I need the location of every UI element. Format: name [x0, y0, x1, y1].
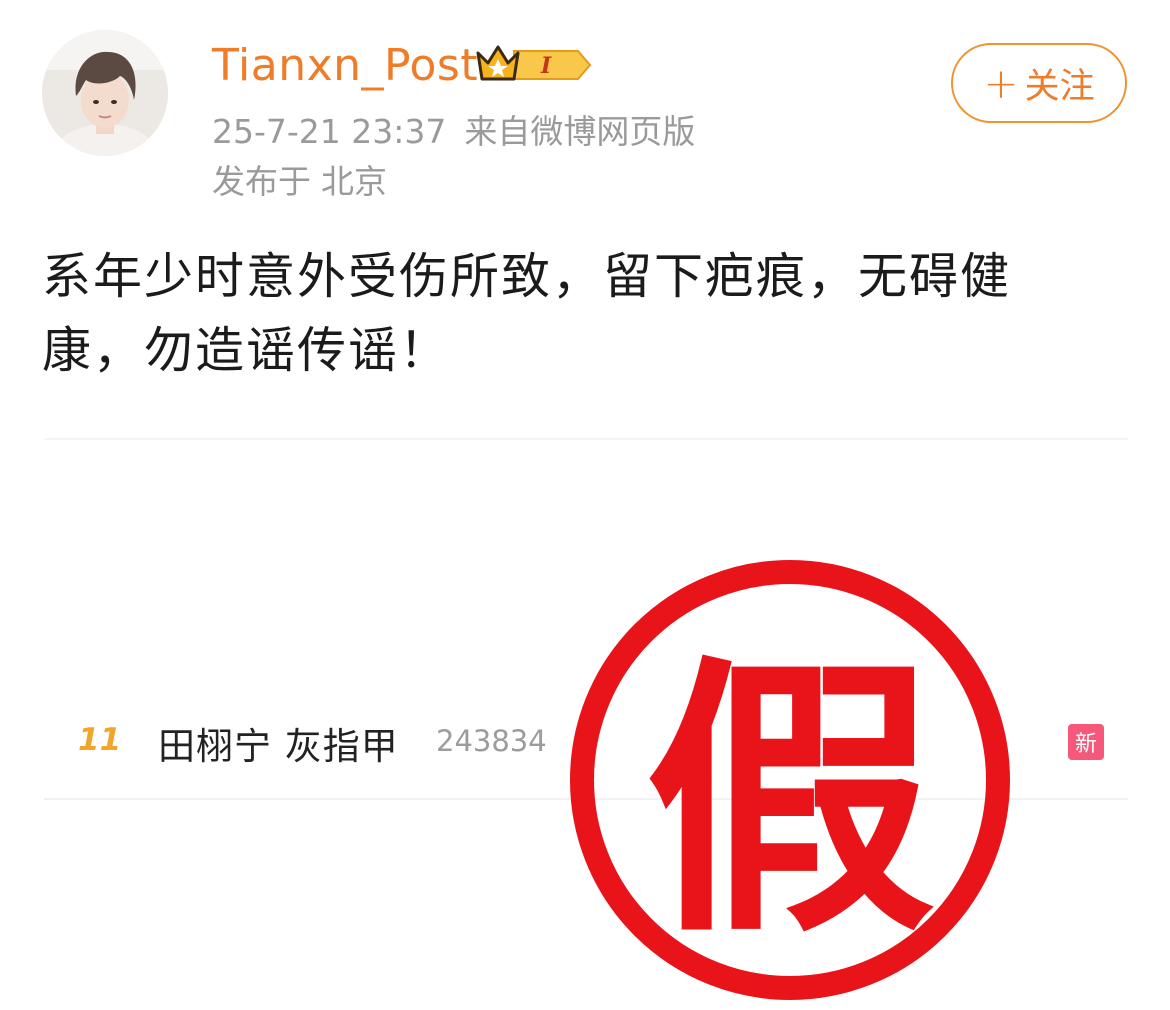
trend-title[interactable]: 田栩宁 灰指甲	[158, 716, 399, 770]
post-location: 发布于 北京	[212, 160, 387, 204]
follow-label: 关注	[1024, 66, 1095, 107]
follow-button[interactable]: + 关注	[951, 43, 1127, 123]
location-city: 北京	[321, 162, 387, 201]
location-prefix: 发布于	[212, 162, 311, 201]
username[interactable]: Tianxn_Post	[212, 40, 478, 92]
post-body-text: 系年少时意外受伤所致，留下疤痕，无碍健康，勿造谣传谣！	[42, 248, 1012, 379]
post-meta: 25-7-21 23:37 来自微博网页版	[212, 110, 695, 154]
avatar[interactable]	[42, 30, 168, 156]
crown-badge-icon[interactable]: I	[474, 41, 592, 89]
stamp-character: 假	[645, 634, 935, 971]
avatar-image	[42, 30, 168, 156]
new-badge: 新	[1068, 724, 1104, 760]
post-date: 25-7-21 23:37	[212, 112, 447, 151]
fake-stamp: 假	[560, 550, 1020, 1010]
badge-level: I	[540, 53, 552, 79]
trend-rank: 11	[78, 722, 122, 758]
post-header: Tianxn_Post I 25-7-21 23:37 来自微博网页版 发布于 北京…	[0, 0, 1170, 220]
divider	[44, 438, 1128, 440]
trend-count: 243834	[436, 724, 547, 758]
plus-icon: +	[983, 58, 1019, 108]
post-source: 来自微博网页版	[464, 112, 696, 151]
